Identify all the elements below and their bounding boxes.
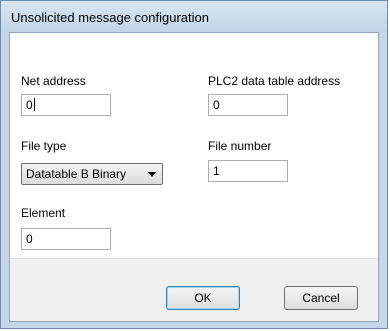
button-bar: OK Cancel xyxy=(10,258,378,321)
dialog-client-area: Net address 0 PLC2 data table address 0 … xyxy=(9,32,379,322)
form-panel: Net address 0 PLC2 data table address 0 … xyxy=(10,33,378,258)
file-number-label: File number xyxy=(208,139,272,153)
file-type-select[interactable]: Datatable B Binary xyxy=(21,163,163,185)
file-type-label: File type xyxy=(21,139,67,153)
net-address-label: Net address xyxy=(21,74,86,88)
file-number-input[interactable]: 1 xyxy=(208,160,288,182)
element-input[interactable]: 0 xyxy=(21,228,111,250)
dialog-window: Unsolicited message configuration Net ad… xyxy=(0,0,388,329)
net-address-input[interactable]: 0 xyxy=(21,94,111,116)
dialog-title: Unsolicited message configuration xyxy=(11,10,209,25)
plc2-address-input[interactable]: 0 xyxy=(208,94,288,116)
plc2-address-label: PLC2 data table address xyxy=(208,74,341,88)
cancel-button[interactable]: Cancel xyxy=(284,286,358,310)
element-label: Element xyxy=(21,206,66,220)
ok-button[interactable]: OK xyxy=(166,286,240,310)
text-caret xyxy=(33,98,35,111)
chevron-down-icon xyxy=(148,172,156,177)
title-bar[interactable]: Unsolicited message configuration xyxy=(1,1,387,32)
